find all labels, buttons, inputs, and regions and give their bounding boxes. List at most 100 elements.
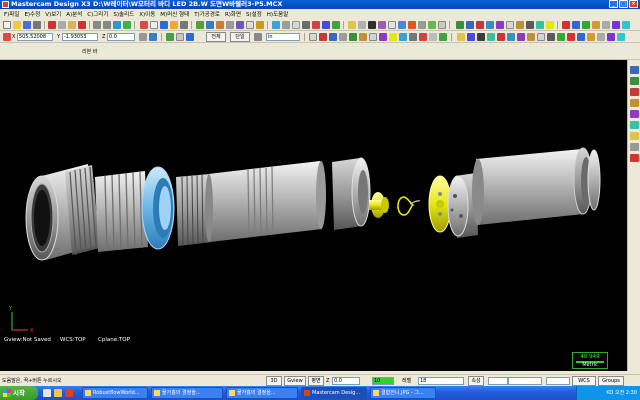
line-style-field[interactable] bbox=[508, 377, 542, 385]
line-parallel-icon[interactable] bbox=[467, 33, 475, 41]
area-select-icon[interactable] bbox=[339, 33, 347, 41]
drafting-icon[interactable] bbox=[562, 21, 570, 29]
backplot-icon[interactable] bbox=[282, 21, 290, 29]
verify-body-icon[interactable] bbox=[409, 33, 417, 41]
top-view-icon[interactable] bbox=[196, 21, 204, 29]
polygon-select-icon[interactable] bbox=[319, 33, 327, 41]
mask-select-icon[interactable] bbox=[429, 33, 437, 41]
menu-item-solids[interactable]: S)솔리드 bbox=[113, 10, 134, 18]
post-icon[interactable] bbox=[302, 21, 310, 29]
point-style-field[interactable] bbox=[488, 377, 508, 385]
menu-item-create[interactable]: C)그리기 bbox=[87, 10, 108, 18]
wireframe-icon[interactable] bbox=[180, 21, 188, 29]
menu-item-toolpaths[interactable]: T)가공경로 bbox=[194, 10, 220, 18]
toolpath-icon[interactable] bbox=[272, 21, 280, 29]
autocursor-icon[interactable] bbox=[139, 33, 147, 41]
arc-polar-icon[interactable] bbox=[517, 33, 525, 41]
menu-item-machine-type[interactable]: M)머신 형태 bbox=[160, 10, 189, 18]
point-icon[interactable] bbox=[456, 21, 464, 29]
arc-icon[interactable] bbox=[476, 21, 484, 29]
mode-3d-button[interactable]: 3D bbox=[266, 376, 282, 386]
translucent-icon[interactable] bbox=[630, 143, 639, 151]
zoom-out-icon[interactable] bbox=[150, 21, 158, 29]
line-width-field[interactable] bbox=[546, 377, 570, 385]
ime-indicator[interactable]: KO bbox=[606, 390, 613, 396]
break-icon[interactable] bbox=[546, 21, 554, 29]
mirror-icon[interactable] bbox=[622, 21, 630, 29]
open-folder-icon[interactable] bbox=[13, 21, 21, 29]
hide-icon[interactable] bbox=[438, 21, 446, 29]
cut-icon[interactable] bbox=[48, 21, 56, 29]
select-mode-icon[interactable] bbox=[176, 33, 184, 41]
solid-select-icon[interactable] bbox=[359, 33, 367, 41]
front-view-icon[interactable] bbox=[206, 21, 214, 29]
select-icon[interactable] bbox=[166, 33, 174, 41]
led-module-part[interactable] bbox=[369, 192, 389, 218]
battery-tube-part[interactable] bbox=[472, 147, 601, 225]
undo-icon[interactable] bbox=[93, 21, 101, 29]
quicklaunch-media-icon[interactable] bbox=[65, 389, 73, 397]
fit-icon[interactable] bbox=[123, 21, 131, 29]
color-icon[interactable] bbox=[358, 21, 366, 29]
taskbar-item-mastercam[interactable]: Mastercam Desig... bbox=[301, 387, 367, 399]
line-icon[interactable] bbox=[466, 21, 474, 29]
taskbar-item-word-1[interactable]: 물가흡의 결정을... bbox=[151, 387, 223, 399]
spline-icon[interactable] bbox=[496, 21, 504, 29]
gview-top-icon[interactable] bbox=[630, 77, 639, 85]
operations-icon[interactable] bbox=[332, 21, 340, 29]
mesh-icon[interactable] bbox=[592, 21, 600, 29]
menu-item-xform[interactable]: X)이동 bbox=[139, 10, 155, 18]
trim-icon[interactable] bbox=[536, 21, 544, 29]
color-field[interactable]: 10 bbox=[372, 377, 394, 385]
level-field[interactable]: 18 bbox=[418, 377, 464, 385]
window-select-icon[interactable] bbox=[254, 33, 262, 41]
tail-cap-part[interactable] bbox=[332, 157, 371, 230]
print-icon[interactable] bbox=[33, 21, 41, 29]
solid-icon[interactable] bbox=[582, 21, 590, 29]
iso-view-icon[interactable] bbox=[226, 21, 234, 29]
dynamic-rotate-icon[interactable] bbox=[630, 121, 639, 129]
circle-edge-icon[interactable] bbox=[507, 33, 515, 41]
shading-icon[interactable] bbox=[630, 132, 639, 140]
head-part[interactable] bbox=[95, 171, 148, 252]
quicklaunch-folder-icon[interactable] bbox=[54, 389, 62, 397]
select-method-dropdown[interactable]: in bbox=[266, 33, 300, 41]
point-select-icon[interactable] bbox=[349, 33, 357, 41]
spiral-icon[interactable] bbox=[567, 33, 575, 41]
select-single-button[interactable]: 단일 bbox=[230, 32, 250, 42]
plane-button[interactable]: 평면 bbox=[308, 376, 324, 386]
attributes-button[interactable]: 속성 bbox=[468, 376, 484, 386]
minimize-button[interactable]: _ bbox=[609, 0, 618, 8]
copy-icon[interactable] bbox=[58, 21, 66, 29]
group-icon[interactable] bbox=[428, 21, 436, 29]
body-tube-part[interactable] bbox=[205, 161, 326, 242]
z-depth-field[interactable]: 0.0 bbox=[332, 377, 360, 385]
line-endpoint-icon[interactable] bbox=[457, 33, 465, 41]
x-coordinate-field[interactable]: 505.52008 bbox=[17, 33, 53, 41]
stock-icon[interactable] bbox=[322, 21, 330, 29]
feature-select-icon[interactable] bbox=[439, 33, 447, 41]
y-coordinate-field[interactable]: -1.93053 bbox=[62, 33, 98, 41]
bezel-part[interactable] bbox=[25, 164, 100, 261]
rect-shapes-icon[interactable] bbox=[537, 33, 545, 41]
hidden-select-icon[interactable] bbox=[419, 33, 427, 41]
new-file-icon[interactable] bbox=[3, 21, 11, 29]
chamfer-icon[interactable] bbox=[516, 21, 524, 29]
back-select-icon[interactable] bbox=[399, 33, 407, 41]
line-perp-icon[interactable] bbox=[477, 33, 485, 41]
snap-icon[interactable] bbox=[149, 33, 157, 41]
line-style-icon[interactable] bbox=[368, 21, 376, 29]
menu-item-analyze[interactable]: A)분석 bbox=[66, 10, 82, 18]
rectangle-icon[interactable] bbox=[506, 21, 514, 29]
menu-item-file[interactable]: F)파일 bbox=[4, 10, 19, 18]
chain-icon[interactable] bbox=[408, 21, 416, 29]
mask-icon[interactable] bbox=[418, 21, 426, 29]
menu-item-screen[interactable]: R)화면 bbox=[225, 10, 241, 18]
verify-icon[interactable] bbox=[292, 21, 300, 29]
wcs-button[interactable]: WCS bbox=[572, 376, 596, 386]
body-select-icon[interactable] bbox=[389, 33, 397, 41]
spring-part[interactable] bbox=[397, 196, 421, 216]
menu-item-edit[interactable]: E)수정 bbox=[24, 10, 40, 18]
taskbar-item-image[interactable]: 결합전니.JPG - 그... bbox=[370, 387, 436, 399]
view-sheet-icon[interactable] bbox=[630, 66, 639, 74]
